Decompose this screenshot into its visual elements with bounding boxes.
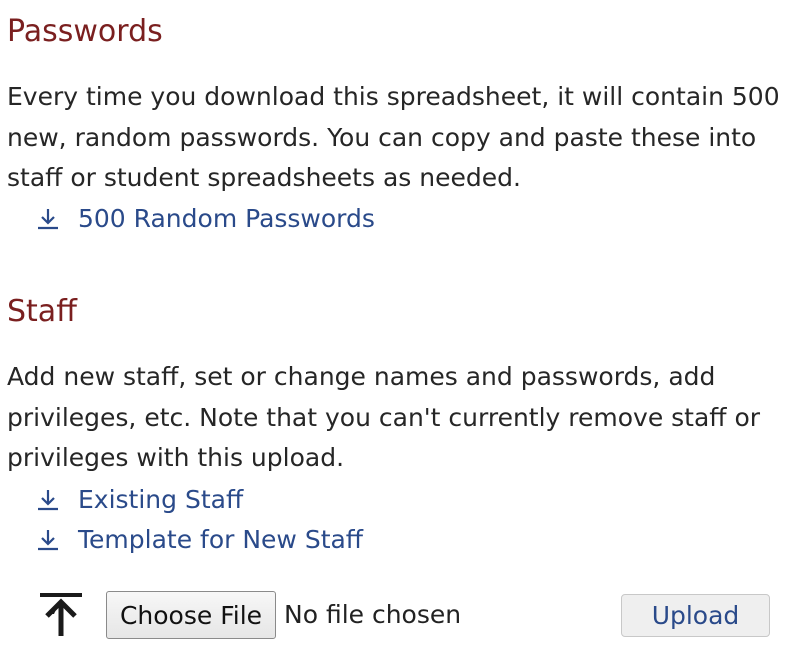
download-icon bbox=[35, 487, 61, 513]
download-icon bbox=[35, 206, 61, 232]
upload-button[interactable]: Upload bbox=[621, 594, 770, 637]
file-chosen-status: No file chosen bbox=[284, 600, 462, 629]
passwords-description-line: staff or student spreadsheets as needed. bbox=[7, 163, 521, 192]
staff-heading: Staff bbox=[7, 294, 77, 329]
existing-staff-download-link[interactable]: Existing Staff bbox=[35, 485, 243, 515]
download-icon bbox=[35, 527, 61, 553]
passwords-heading: Passwords bbox=[7, 14, 163, 49]
random-passwords-link-label: 500 Random Passwords bbox=[78, 204, 375, 233]
staff-description-line: Add new staff, set or change names and p… bbox=[7, 362, 716, 391]
staff-description: Add new staff, set or change names and p… bbox=[7, 357, 792, 479]
upload-icon bbox=[38, 590, 84, 638]
choose-file-button[interactable]: Choose File bbox=[106, 591, 276, 639]
staff-description-line: privileges, etc. Note that you can't cur… bbox=[7, 402, 761, 432]
passwords-description-line: new, random passwords. You can copy and … bbox=[7, 122, 757, 152]
passwords-description-line: Every time you download this spreadsheet… bbox=[7, 82, 780, 111]
new-staff-template-download-link[interactable]: Template for New Staff bbox=[35, 525, 363, 555]
passwords-description: Every time you download this spreadsheet… bbox=[7, 77, 792, 199]
new-staff-template-link-label: Template for New Staff bbox=[78, 525, 364, 554]
random-passwords-download-link[interactable]: 500 Random Passwords bbox=[35, 204, 375, 234]
existing-staff-link-label: Existing Staff bbox=[78, 485, 244, 514]
staff-description-line: privileges with this upload. bbox=[7, 443, 345, 472]
